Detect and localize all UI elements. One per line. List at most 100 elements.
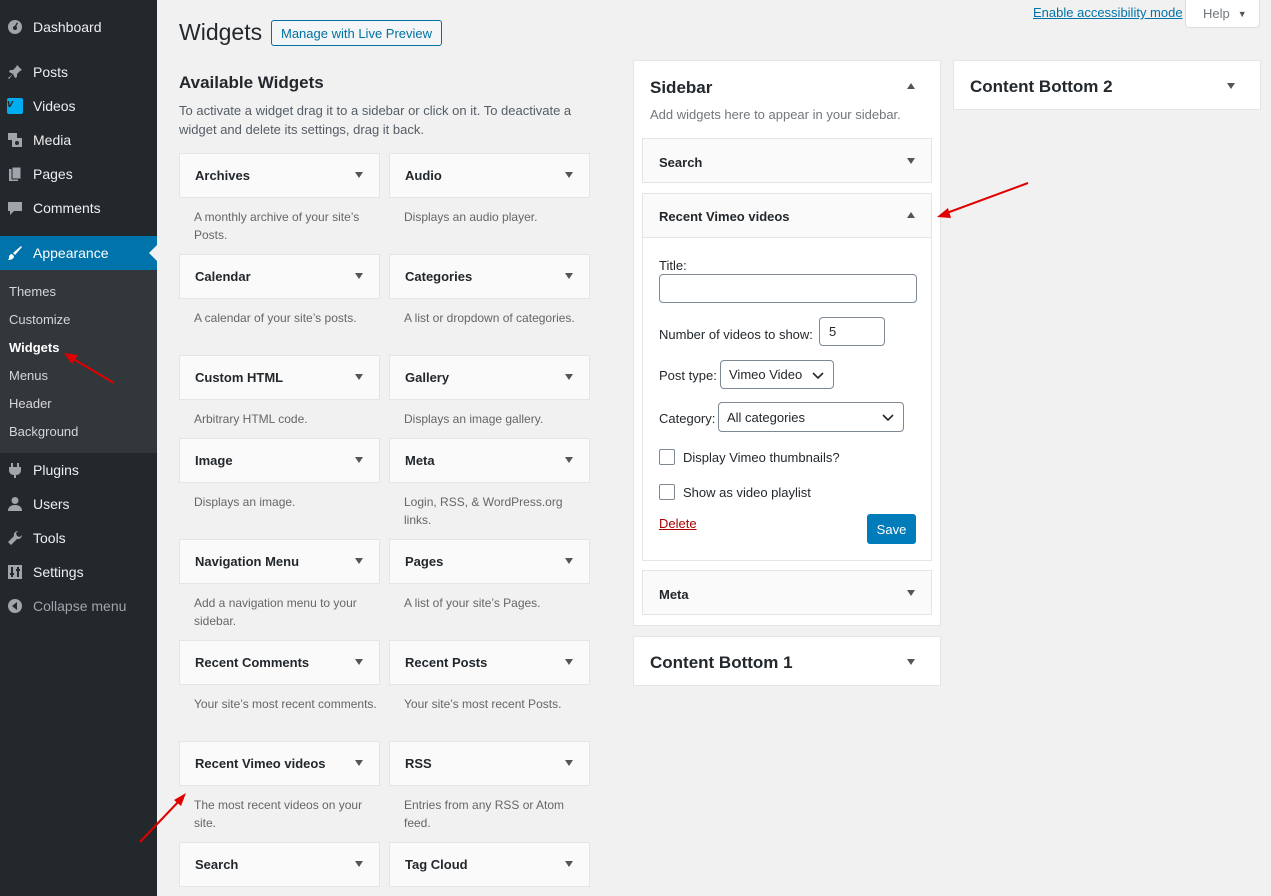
caret-down-icon[interactable]: [907, 590, 915, 596]
caret-down-icon[interactable]: [565, 172, 573, 178]
caret-down-icon[interactable]: [355, 374, 363, 380]
submenu-header[interactable]: Header: [9, 396, 52, 411]
menu-users[interactable]: Users: [0, 487, 157, 521]
caret-down-icon[interactable]: [355, 760, 363, 766]
caret-down-icon[interactable]: [565, 374, 573, 380]
menu-posts-label: Posts: [33, 64, 69, 80]
widget-description: Arbitrary HTML code.: [194, 412, 308, 426]
caret-down-icon[interactable]: [565, 273, 573, 279]
chevron-down-icon: [812, 372, 824, 380]
widget-rss[interactable]: RSS: [389, 741, 590, 786]
vimeo-thumbnails-label: Display Vimeo thumbnails?: [683, 450, 840, 465]
caret-down-icon[interactable]: [907, 158, 915, 164]
widget-recent-comments[interactable]: Recent Comments: [179, 640, 380, 685]
delete-link[interactable]: Delete: [659, 516, 697, 531]
sidebar-widget-meta[interactable]: Meta: [642, 570, 932, 615]
num-videos-input[interactable]: 5: [819, 317, 885, 346]
widget-title: Categories: [405, 269, 473, 284]
sidebar-title[interactable]: Sidebar: [650, 78, 712, 98]
submenu-customize[interactable]: Customize: [9, 312, 70, 327]
menu-collapse-label: Collapse menu: [33, 598, 127, 614]
menu-dashboard[interactable]: Dashboard: [0, 10, 157, 44]
accessibility-mode-link[interactable]: Enable accessibility mode: [1033, 5, 1183, 20]
wrench-icon: [7, 530, 23, 546]
caret-down-icon[interactable]: [565, 659, 573, 665]
menu-posts[interactable]: Posts: [0, 55, 157, 89]
menu-media-label: Media: [33, 132, 72, 148]
widget-description: Your site’s most recent comments.: [194, 697, 377, 711]
available-widgets-description: To activate a widget drag it to a sideba…: [179, 103, 572, 137]
widget-archives[interactable]: Archives: [179, 153, 380, 198]
widget-meta[interactable]: Meta: [389, 438, 590, 483]
widget-audio[interactable]: Audio: [389, 153, 590, 198]
menu-tools[interactable]: Tools: [0, 521, 157, 555]
menu-media[interactable]: Media: [0, 123, 157, 157]
caret-down-icon[interactable]: [565, 760, 573, 766]
post-type-select[interactable]: Vimeo Video: [720, 360, 834, 389]
submenu-menus[interactable]: Menus: [9, 368, 48, 383]
widget-recent-vimeo-videos[interactable]: Recent Vimeo videos: [179, 741, 380, 786]
menu-plugins[interactable]: Plugins: [0, 453, 157, 487]
submenu-background[interactable]: Background: [9, 424, 78, 439]
widget-image[interactable]: Image: [179, 438, 380, 483]
caret-down-icon[interactable]: [355, 172, 363, 178]
submenu-widgets[interactable]: Widgets: [9, 340, 59, 355]
menu-comments[interactable]: Comments: [0, 191, 157, 225]
video-playlist-checkbox[interactable]: [659, 484, 675, 500]
pushpin-icon: [7, 64, 23, 80]
caret-down-icon[interactable]: [907, 659, 915, 665]
menu-videos[interactable]: v Videos: [0, 89, 157, 123]
pages-icon: [7, 166, 23, 182]
caret-down-icon[interactable]: [355, 457, 363, 463]
menu-settings-label: Settings: [33, 564, 84, 580]
content-bottom-1-area[interactable]: Content Bottom 1: [633, 636, 941, 686]
menu-settings[interactable]: Settings: [0, 555, 157, 589]
widget-description: Displays an image.: [194, 495, 296, 509]
widget-custom-html[interactable]: Custom HTML: [179, 355, 380, 400]
widget-title: Pages: [405, 554, 444, 569]
submenu-themes[interactable]: Themes: [9, 284, 56, 299]
menu-comments-label: Comments: [33, 200, 101, 216]
caret-down-icon[interactable]: [355, 659, 363, 665]
menu-collapse[interactable]: Collapse menu: [0, 589, 157, 623]
caret-up-icon[interactable]: [907, 212, 915, 218]
widget-description: A list or dropdown of categories.: [404, 311, 575, 325]
caret-down-icon[interactable]: [565, 861, 573, 867]
caret-down-icon[interactable]: [355, 861, 363, 867]
title-input[interactable]: [659, 274, 917, 303]
sidebar-widget-search[interactable]: Search: [642, 138, 932, 183]
widget-title: RSS: [405, 756, 432, 771]
collapse-icon: [7, 598, 23, 614]
caret-down-icon[interactable]: [565, 558, 573, 564]
menu-users-label: Users: [33, 496, 70, 512]
caret-down-icon[interactable]: [355, 273, 363, 279]
widget-title: Audio: [405, 168, 442, 183]
caret-down-icon: ▼: [1237, 8, 1247, 19]
widget-title: Gallery: [405, 370, 450, 385]
widget-recent-posts[interactable]: Recent Posts: [389, 640, 590, 685]
help-tab[interactable]: Help ▼: [1185, 0, 1260, 28]
settings-icon: [7, 564, 23, 580]
widget-pages[interactable]: Pages: [389, 539, 590, 584]
save-button[interactable]: Save: [867, 514, 916, 544]
caret-down-icon[interactable]: [1227, 83, 1235, 89]
menu-pages[interactable]: Pages: [0, 157, 157, 191]
content-bottom-2-area[interactable]: Content Bottom 2: [953, 60, 1261, 110]
caret-down-icon[interactable]: [355, 558, 363, 564]
widget-gallery[interactable]: Gallery: [389, 355, 590, 400]
widget-title: Custom HTML: [195, 370, 284, 385]
caret-down-icon[interactable]: [565, 457, 573, 463]
live-preview-button[interactable]: Manage with Live Preview: [271, 20, 443, 46]
caret-up-icon[interactable]: [907, 83, 915, 89]
widget-search[interactable]: Search: [179, 842, 380, 887]
widget-navigation-menu[interactable]: Navigation Menu: [179, 539, 380, 584]
menu-appearance[interactable]: Appearance: [0, 236, 157, 270]
widget-calendar[interactable]: Calendar: [179, 254, 380, 299]
vimeo-thumbnails-checkbox[interactable]: [659, 449, 675, 465]
category-select[interactable]: All categories: [718, 402, 904, 432]
recent-vimeo-widget-header[interactable]: Recent Vimeo videos: [643, 194, 931, 238]
widget-title: Navigation Menu: [195, 554, 300, 569]
widget-description: Your site’s most recent Posts.: [404, 697, 562, 711]
widget-categories[interactable]: Categories: [389, 254, 590, 299]
widget-tag-cloud[interactable]: Tag Cloud: [389, 842, 590, 887]
